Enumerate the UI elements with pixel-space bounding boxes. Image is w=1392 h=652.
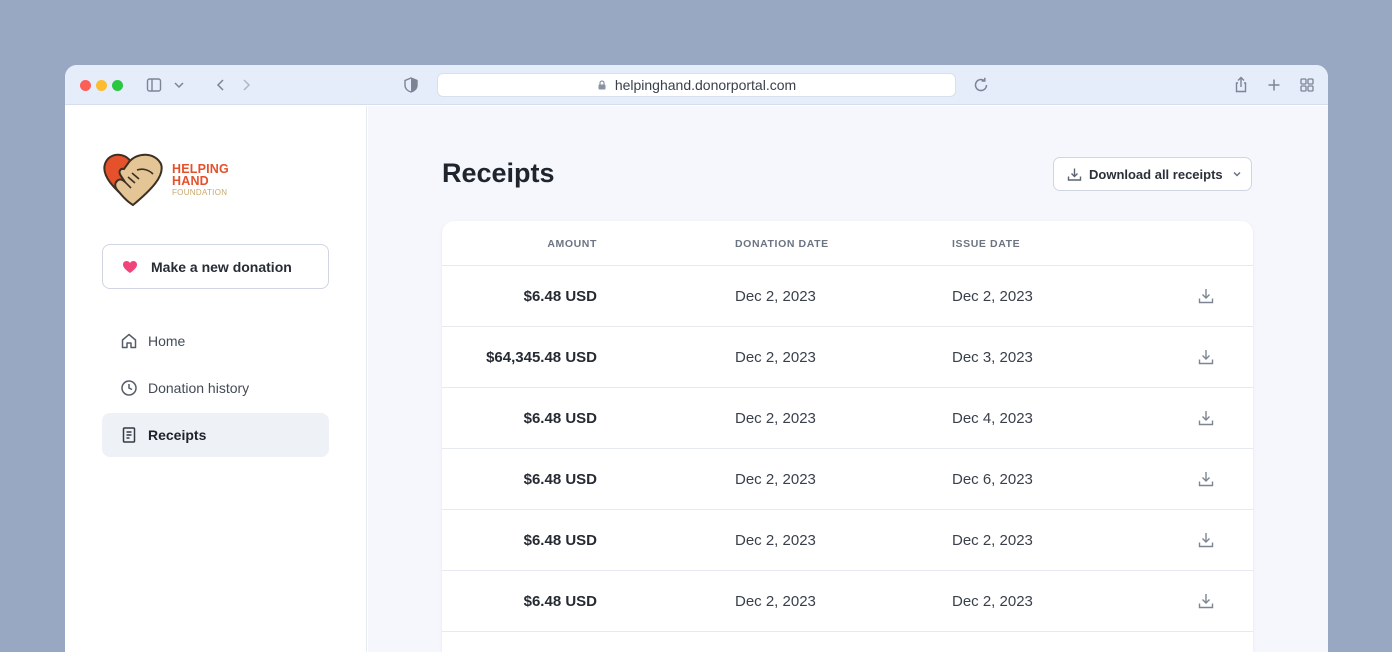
amount-cell: $6.48 USD [523, 410, 597, 427]
amount-cell: $6.48 USD [523, 532, 597, 549]
download-icon[interactable] [1197, 592, 1215, 610]
issue-date-cell: Dec 6, 2023 [952, 471, 1033, 488]
zoom-window-button[interactable] [112, 80, 123, 91]
reload-icon[interactable] [971, 75, 991, 95]
minimize-window-button[interactable] [96, 80, 107, 91]
amount-cell: $64,345.48 USD [486, 349, 597, 366]
logo-text-hand: HAND [172, 174, 209, 188]
download-all-receipts-button[interactable]: Download all receipts [1053, 157, 1252, 191]
table-row[interactable]: $6.48 USD Dec 2, 2023 Dec 6, 2023 [442, 449, 1253, 510]
table-row[interactable]: $6.48 USD Dec 2, 2023 Dec 2, 2023 [442, 510, 1253, 571]
make-donation-button[interactable]: Make a new donation [102, 244, 329, 289]
table-row[interactable]: $64,345.48 USD Dec 2, 2023 Dec 3, 2023 [442, 327, 1253, 388]
amount-cell: $6.48 USD [523, 593, 597, 610]
clock-icon [120, 379, 138, 397]
close-window-button[interactable] [80, 80, 91, 91]
chevron-down-icon [1231, 168, 1243, 180]
donation-date-cell: Dec 2, 2023 [735, 532, 816, 549]
sidebar: HELPING HAND FOUNDATION Make a new donat… [65, 106, 367, 652]
column-header-issue-date[interactable]: ISSUE DATE [952, 238, 1020, 250]
issue-date-cell: Dec 3, 2023 [952, 349, 1033, 366]
table-row[interactable]: $6.48 USD Dec 2, 2023 Dec 2, 2023 [442, 266, 1253, 327]
donation-date-cell: Dec 2, 2023 [735, 410, 816, 427]
browser-toolbar: helpinghand.donorportal.com [65, 65, 1328, 105]
amount-cell: $6.48 USD [523, 288, 597, 305]
sidebar-item-receipts[interactable]: Receipts [102, 413, 329, 457]
donation-date-cell: Dec 2, 2023 [735, 471, 816, 488]
download-all-label: Download all receipts [1089, 166, 1223, 182]
table-row[interactable]: $6.48 USD Dec 2, 2023 Dec 4, 2023 [442, 388, 1253, 449]
donation-date-cell: Dec 2, 2023 [735, 593, 816, 610]
sidebar-toggle-icon[interactable] [144, 75, 164, 95]
amount-cell: $6.48 USD [523, 471, 597, 488]
sidebar-item-label: Home [148, 333, 186, 349]
shield-icon[interactable] [401, 75, 421, 95]
heart-icon [122, 259, 138, 275]
sidebar-item-label: Receipts [148, 427, 207, 443]
home-icon [120, 332, 138, 350]
column-header-amount[interactable]: AMOUNT [547, 238, 597, 250]
foundation-logo[interactable]: HELPING HAND FOUNDATION [101, 150, 241, 210]
download-icon[interactable] [1197, 348, 1215, 366]
sidebar-item-donation-history[interactable]: Donation history [102, 366, 329, 410]
table-header: AMOUNT DONATION DATE ISSUE DATE [442, 221, 1253, 266]
address-bar[interactable]: helpinghand.donorportal.com [437, 73, 956, 97]
issue-date-cell: Dec 4, 2023 [952, 410, 1033, 427]
logo-text-foundation: FOUNDATION [172, 188, 228, 197]
sidebar-item-label: Donation history [148, 380, 250, 396]
download-icon[interactable] [1197, 409, 1215, 427]
donation-date-cell: Dec 2, 2023 [735, 288, 816, 305]
receipt-icon [120, 426, 138, 444]
lock-icon [597, 80, 607, 90]
receipts-table: AMOUNT DONATION DATE ISSUE DATE $6.48 US… [442, 221, 1253, 652]
download-icon[interactable] [1197, 531, 1215, 549]
url-text: helpinghand.donorportal.com [614, 77, 797, 93]
table-row[interactable]: $6.48 USD Dec 2, 2023 Dec 2, 2023 [442, 571, 1253, 632]
issue-date-cell: Dec 2, 2023 [952, 532, 1033, 549]
chevron-down-icon[interactable] [169, 75, 189, 95]
tab-overview-icon[interactable] [1297, 75, 1317, 95]
new-tab-icon[interactable] [1264, 75, 1284, 95]
share-icon[interactable] [1231, 75, 1251, 95]
main-content: Receipts Download all receipts AMOUNT DO… [368, 106, 1328, 652]
issue-date-cell: Dec 2, 2023 [952, 288, 1033, 305]
make-donation-label: Make a new donation [151, 258, 292, 275]
download-icon [1067, 167, 1082, 182]
back-arrow-icon[interactable] [211, 75, 231, 95]
forward-arrow-icon[interactable] [236, 75, 256, 95]
issue-date-cell: Dec 2, 2023 [952, 593, 1033, 610]
download-icon[interactable] [1197, 470, 1215, 488]
download-icon[interactable] [1197, 287, 1215, 305]
donation-date-cell: Dec 2, 2023 [735, 349, 816, 366]
column-header-donation-date[interactable]: DONATION DATE [735, 238, 829, 250]
browser-window: helpinghand.donorportal.com HELPING HAND… [65, 65, 1328, 652]
helping-hand-logo-icon [103, 153, 163, 207]
sidebar-item-home[interactable]: Home [102, 319, 329, 363]
page-title: Receipts [442, 158, 555, 188]
